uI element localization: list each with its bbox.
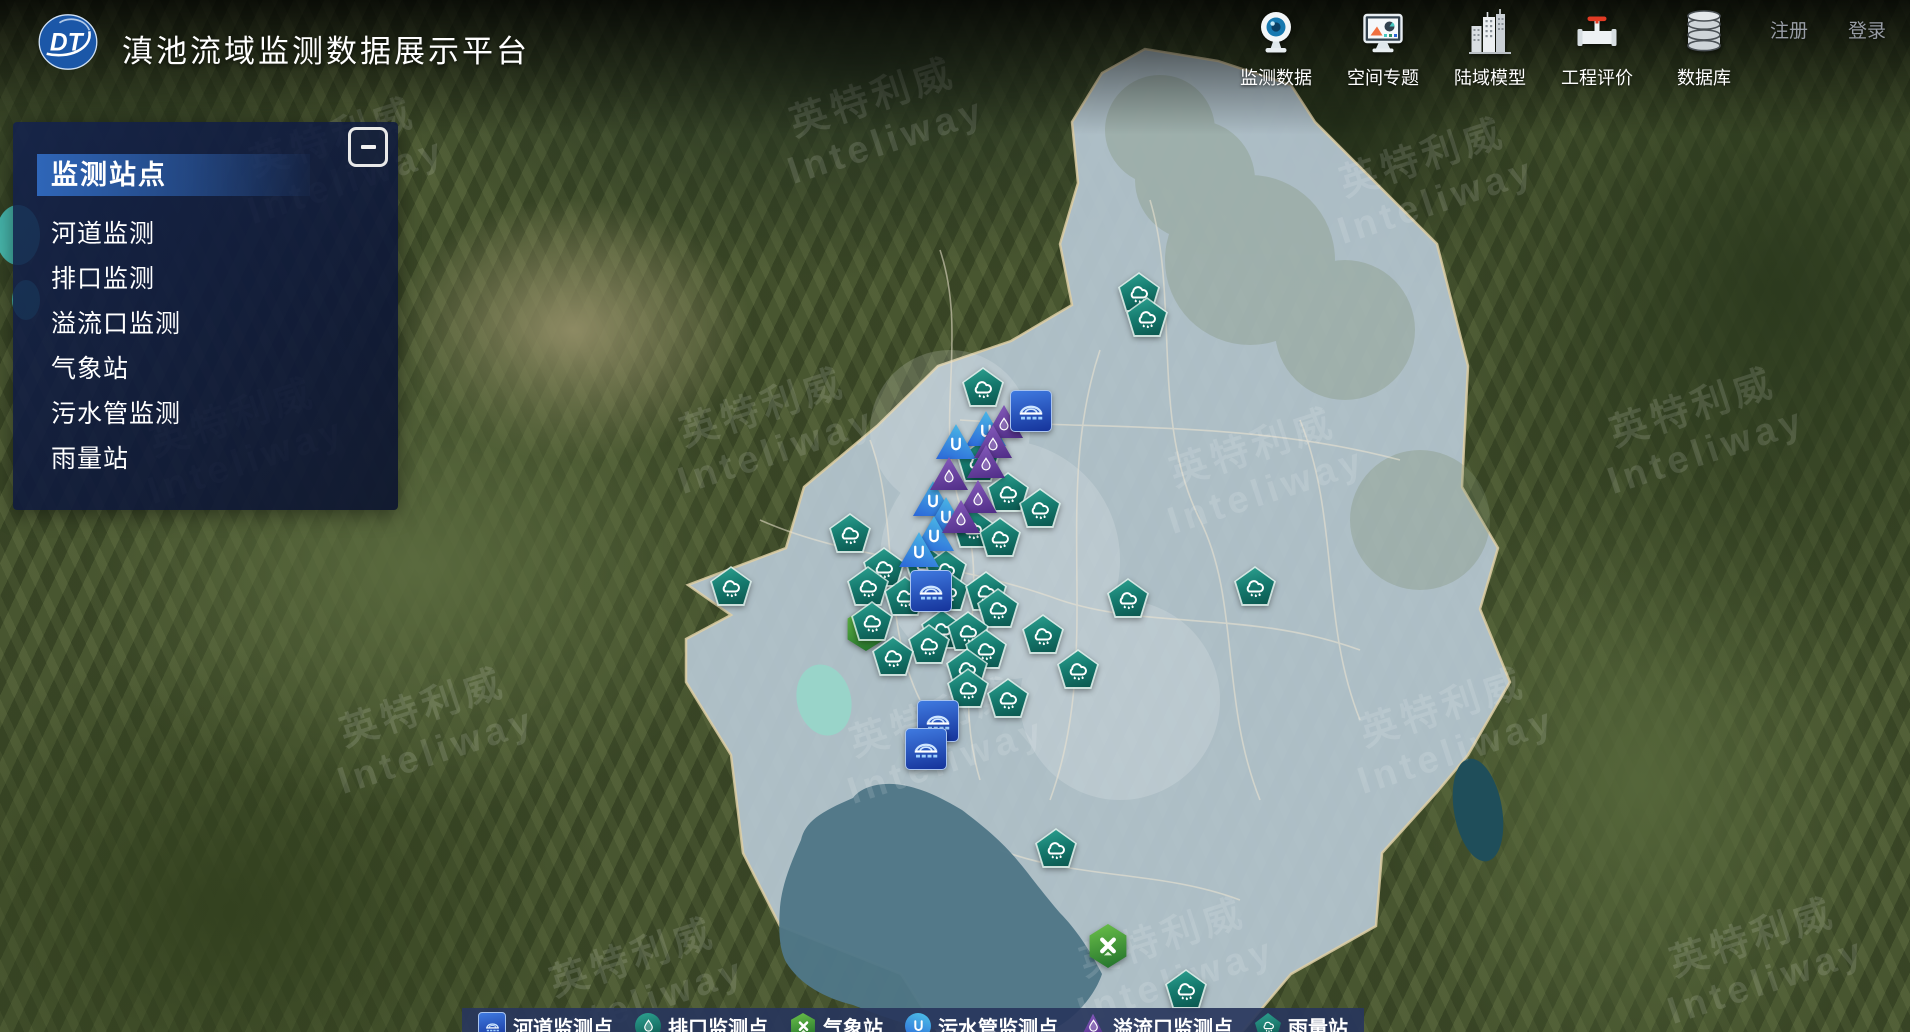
rain-legend-icon (1255, 1013, 1281, 1032)
app-logo: DT (36, 10, 100, 74)
sidebar-item-3[interactable]: 溢流口监测 (37, 302, 398, 347)
sewage-legend-icon (905, 1013, 931, 1032)
river-station-marker[interactable] (910, 570, 952, 612)
rain-station-marker[interactable] (987, 678, 1029, 718)
legend-label: 雨量站 (1288, 1012, 1348, 1032)
rain-marker-shape (1035, 828, 1077, 868)
monitoring-stations-panel: 监测站点 河道监测排口监测溢流口监测气象站污水管监测雨量站 (13, 122, 398, 510)
buildings-icon (1466, 8, 1514, 61)
nav-item-monitor-data[interactable]: 监测数据 (1240, 8, 1312, 90)
sewage-marker-shape (899, 531, 939, 567)
rain-marker-shape (1019, 488, 1061, 528)
overflow-marker-shape (967, 444, 1005, 478)
sidebar-item-5[interactable]: 污水管监测 (37, 392, 398, 437)
weather-marker-shape (1088, 924, 1128, 968)
rain-marker-shape (1126, 297, 1168, 337)
rain-station-marker[interactable] (1107, 578, 1149, 618)
rain-station-marker[interactable] (1234, 566, 1276, 606)
rain-marker-shape (1165, 969, 1207, 1009)
nav-item-label: 工程评价 (1561, 64, 1633, 90)
top-nav: 监测数据 空间专题 陆域模型 工程评价 数据库 (1240, 8, 1740, 90)
legend-label: 气象站 (823, 1012, 883, 1032)
rain-station-marker[interactable] (962, 367, 1004, 407)
header: DT 滇池流域监测数据展示平台 监测数据 空间专题 陆域模型 工程评价 数据库 注册 登… (0, 0, 1910, 92)
nav-item-land-model[interactable]: 陆域模型 (1454, 8, 1526, 90)
rain-station-marker[interactable] (1035, 828, 1077, 868)
outlet-legend-icon (635, 1013, 661, 1032)
rain-station-marker[interactable] (710, 566, 752, 606)
nav-item-database[interactable]: 数据库 (1668, 8, 1740, 90)
valve-icon (1573, 8, 1621, 61)
overflow-marker-shape (942, 499, 980, 533)
river-station-marker[interactable] (905, 728, 947, 770)
nav-item-label: 数据库 (1677, 64, 1731, 90)
rain-station-marker[interactable] (1165, 969, 1207, 1009)
sidebar-item-1[interactable]: 河道监测 (37, 212, 398, 257)
river-marker-shape (910, 570, 952, 612)
sewage-station-marker[interactable] (899, 531, 939, 567)
river-station-marker[interactable] (1010, 390, 1052, 432)
nav-item-spatial-theme[interactable]: 空间专题 (1347, 8, 1419, 90)
legend-item-rain: 雨量站 (1255, 1022, 1348, 1032)
rain-marker-shape (872, 636, 914, 676)
login-link[interactable]: 登录 (1848, 16, 1886, 43)
rain-marker-shape (851, 601, 893, 641)
legend-label: 污水管监测点 (938, 1012, 1058, 1032)
panel-minimize-button[interactable] (348, 127, 388, 167)
rain-marker-shape (987, 678, 1029, 718)
river-marker-shape (905, 728, 947, 770)
rain-station-marker[interactable] (1057, 649, 1099, 689)
overflow-station-marker[interactable] (967, 444, 1005, 478)
overflow-station-marker[interactable] (942, 499, 980, 533)
rain-station-marker[interactable] (1022, 614, 1064, 654)
river-marker-shape (1010, 390, 1052, 432)
rain-station-marker[interactable] (872, 636, 914, 676)
rain-marker-shape (1057, 649, 1099, 689)
app-window: 英特利威Inteliway英特利威Inteliway英特利威Inteliway英… (0, 0, 1910, 1032)
rain-station-marker[interactable] (847, 566, 889, 606)
station-type-menu: 河道监测排口监测溢流口监测气象站污水管监测雨量站 (37, 212, 398, 482)
legend-item-weather: 气象站 (790, 1022, 883, 1032)
rain-marker-shape (962, 367, 1004, 407)
legend-item-sewage: 污水管监测点 (905, 1022, 1058, 1032)
webcam-icon (1252, 8, 1300, 61)
sidebar-item-4[interactable]: 气象站 (37, 347, 398, 392)
weather-legend-icon (790, 1013, 816, 1032)
rain-station-marker[interactable] (1126, 297, 1168, 337)
rain-station-marker[interactable] (851, 601, 893, 641)
nav-item-label: 监测数据 (1240, 64, 1312, 90)
register-link[interactable]: 注册 (1770, 16, 1808, 43)
rain-marker-shape (1234, 566, 1276, 606)
sidebar-item-2[interactable]: 排口监测 (37, 257, 398, 302)
monitor-icon (1359, 8, 1407, 61)
rain-marker-shape (1022, 614, 1064, 654)
river-legend-icon (478, 1012, 506, 1032)
legend-label: 排口监测点 (668, 1012, 768, 1032)
map-legend: 河道监测点排口监测点气象站污水管监测点溢流口监测点雨量站 (462, 1008, 1364, 1032)
weather-station-marker[interactable] (1088, 924, 1128, 968)
rain-station-marker[interactable] (908, 624, 950, 664)
rain-marker-shape (908, 624, 950, 664)
rain-marker-shape (979, 517, 1021, 557)
rain-station-marker[interactable] (979, 517, 1021, 557)
sidebar-item-6[interactable]: 雨量站 (37, 437, 398, 482)
overflow-legend-icon (1080, 1013, 1106, 1032)
nav-item-project-eval[interactable]: 工程评价 (1561, 8, 1633, 90)
rain-station-marker[interactable] (1019, 488, 1061, 528)
legend-item-outlet: 排口监测点 (635, 1022, 768, 1032)
legend-label: 河道监测点 (513, 1012, 613, 1032)
logo-text: DT (50, 30, 85, 57)
legend-item-river: 河道监测点 (478, 1022, 613, 1032)
database-icon (1680, 8, 1728, 61)
auth-links: 注册 登录 (1770, 16, 1886, 43)
legend-label: 溢流口监测点 (1113, 1012, 1233, 1032)
rain-marker-shape (1107, 578, 1149, 618)
nav-item-label: 陆域模型 (1454, 64, 1526, 90)
nav-item-label: 空间专题 (1347, 64, 1419, 90)
rain-marker-shape (847, 566, 889, 606)
page-title: 滇池流域监测数据展示平台 (122, 26, 530, 71)
panel-title: 监测站点 (37, 154, 310, 196)
legend-item-overflow: 溢流口监测点 (1080, 1022, 1233, 1032)
rain-marker-shape (710, 566, 752, 606)
